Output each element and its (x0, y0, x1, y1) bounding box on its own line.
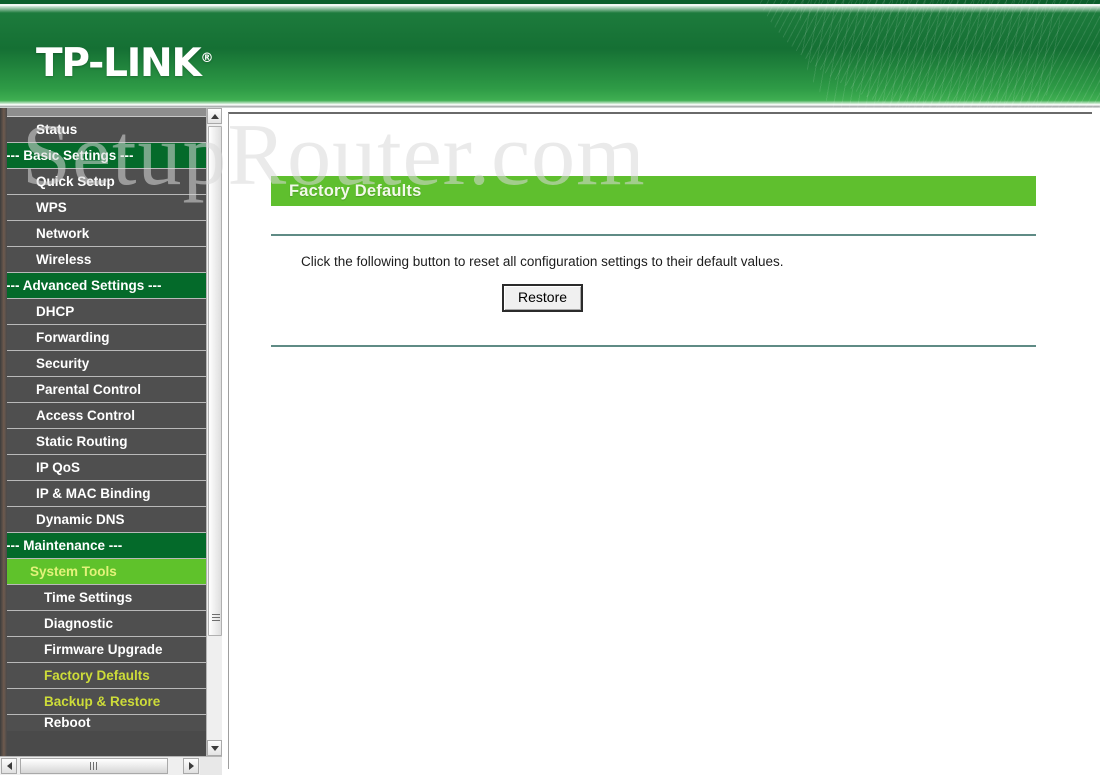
sidebar-item-quick-setup[interactable]: Quick Setup (0, 169, 206, 195)
sidebar-item-reboot[interactable]: Reboot (0, 715, 206, 731)
registered-trademark-icon: ® (200, 51, 214, 66)
sidebar-item-factory-defaults[interactable]: Factory Defaults (0, 663, 206, 689)
horizontal-scrollbar-thumb[interactable] (20, 758, 168, 774)
scroll-left-arrow-icon (6, 762, 12, 770)
scrollbar-grip-icon (212, 614, 220, 621)
sidebar-section-advanced-settings: --- Advanced Settings --- (0, 273, 206, 299)
sidebar-item-wireless[interactable]: Wireless (0, 247, 206, 273)
sidebar-vertical-scrollbar[interactable] (206, 108, 222, 756)
sidebar-item-forwarding[interactable]: Forwarding (0, 325, 206, 351)
vertical-scrollbar-thumb[interactable] (208, 126, 222, 636)
sidebar-item-label: Status (36, 122, 78, 137)
logo-text: TP-LINK (36, 41, 202, 86)
content-divider-top (271, 234, 1036, 236)
sidebar-item-label: DHCP (36, 304, 75, 319)
sidebar-item-label: Forwarding (36, 330, 110, 345)
sidebar-item-security[interactable]: Security (0, 351, 206, 377)
sidebar-item-ip-mac-binding[interactable]: IP & MAC Binding (0, 481, 206, 507)
sidebar-item-label: System Tools (30, 564, 117, 579)
window-bottom-edge (222, 769, 1100, 775)
sidebar-section-basic-settings: --- Basic Settings --- (0, 143, 206, 169)
page-title-bar: Factory Defaults (271, 176, 1036, 206)
sidebar-item-label: Backup & Restore (44, 694, 161, 709)
sidebar-item-label: Reboot (44, 715, 91, 730)
sidebar-item-status[interactable]: Status (0, 117, 206, 143)
sidebar-item-label: Quick Setup (36, 174, 115, 189)
sidebar-item-label: Firmware Upgrade (44, 642, 163, 657)
sidebar-item-label: Diagnostic (44, 616, 114, 631)
banner-swirl-pattern-secondary (800, 0, 1060, 108)
sidebar-item-label: IP & MAC Binding (36, 486, 151, 501)
content-divider-bottom (271, 345, 1036, 347)
sidebar-item-network[interactable]: Network (0, 221, 206, 247)
sidebar-item-wps[interactable]: WPS (0, 195, 206, 221)
sidebar-scroll-area: Status --- Basic Settings --- Quick Setup W… (0, 108, 206, 756)
scroll-up-arrow-icon (210, 113, 219, 119)
tplink-logo: TP-LINK® (36, 44, 214, 83)
sidebar-item-label: Factory Defaults (44, 668, 150, 683)
sidebar-item-label: Static Routing (36, 434, 128, 449)
sidebar-item-static-routing[interactable]: Static Routing (0, 429, 206, 455)
sidebar-top-strip (0, 108, 206, 117)
sidebar-item-label: Dynamic DNS (36, 512, 125, 527)
sidebar-menu: Status --- Basic Settings --- Quick Setup W… (0, 117, 206, 731)
sidebar-item-system-tools[interactable]: System Tools (0, 559, 206, 585)
sidebar-item-firmware-upgrade[interactable]: Firmware Upgrade (0, 637, 206, 663)
scroll-right-arrow-icon (188, 762, 194, 770)
main-content-panel: Factory Defaults Click the following but… (228, 112, 1092, 770)
scroll-down-arrow-icon (210, 745, 219, 751)
sidebar-item-label: Wireless (36, 252, 92, 267)
sidebar-item-access-control[interactable]: Access Control (0, 403, 206, 429)
sidebar-item-dynamic-dns[interactable]: Dynamic DNS (0, 507, 206, 533)
sidebar-item-time-settings[interactable]: Time Settings (0, 585, 206, 611)
restore-button[interactable]: Restore (502, 284, 584, 313)
sidebar: Status --- Basic Settings --- Quick Setup W… (0, 108, 222, 775)
banner-swirl-pattern (750, 0, 1100, 108)
sidebar-item-label: Access Control (36, 408, 136, 423)
scrollbar-grip-icon (90, 762, 98, 770)
sidebar-item-label: WPS (36, 200, 67, 215)
scroll-left-button[interactable] (1, 758, 17, 774)
sidebar-horizontal-scrollbar[interactable] (0, 756, 222, 775)
router-admin-page: TP-LINK® SetupRouter.com Status --- Basic… (0, 0, 1100, 775)
banner-hairline (0, 4, 1100, 6)
scrollbar-corner (200, 757, 222, 775)
sidebar-item-dhcp[interactable]: DHCP (0, 299, 206, 325)
sidebar-section-maintenance: --- Maintenance --- (0, 533, 206, 559)
sidebar-item-label: Time Settings (44, 590, 133, 605)
sidebar-item-backup-restore[interactable]: Backup & Restore (0, 689, 206, 715)
sidebar-item-label: Security (36, 356, 90, 371)
sidebar-item-ip-qos[interactable]: IP QoS (0, 455, 206, 481)
sidebar-item-label: --- Maintenance --- (6, 538, 123, 553)
page-title: Factory Defaults (289, 181, 422, 200)
page-header-banner: TP-LINK® (0, 0, 1100, 108)
sidebar-left-gutter (0, 108, 7, 756)
sidebar-item-label: IP QoS (36, 460, 81, 475)
sidebar-item-label: --- Basic Settings --- (6, 148, 134, 163)
sidebar-item-diagnostic[interactable]: Diagnostic (0, 611, 206, 637)
scroll-up-button[interactable] (207, 108, 222, 124)
scroll-right-button[interactable] (183, 758, 199, 774)
sidebar-item-label: Parental Control (36, 382, 142, 397)
window-right-edge (1092, 108, 1100, 775)
sidebar-item-label: --- Advanced Settings --- (6, 278, 162, 293)
instruction-text: Click the following button to reset all … (301, 254, 784, 269)
sidebar-item-parental-control[interactable]: Parental Control (0, 377, 206, 403)
scroll-down-button[interactable] (207, 740, 222, 756)
sidebar-item-label: Network (36, 226, 90, 241)
